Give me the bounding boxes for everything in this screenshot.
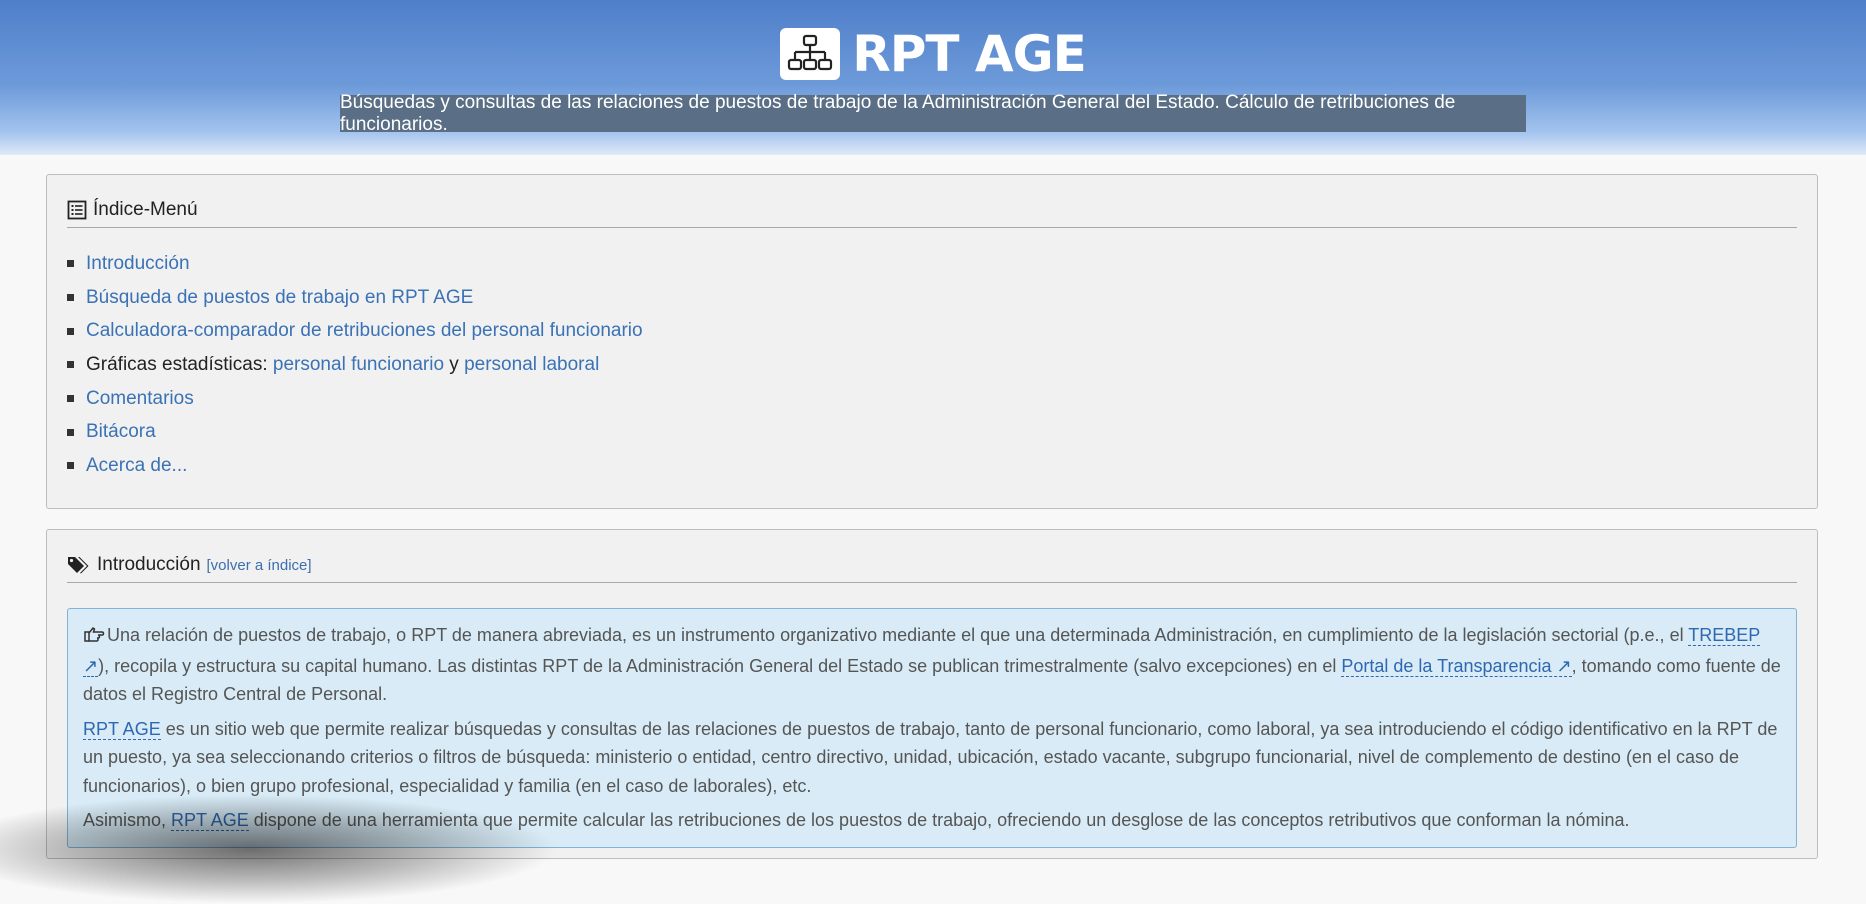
menu-item-comentarios: Comentarios bbox=[67, 382, 643, 416]
bullet bbox=[67, 294, 74, 301]
menu-link-calculadora[interactable]: Calculadora-comparador de retribuciones … bbox=[86, 320, 643, 342]
intro-info-box: Una relación de puestos de trabajo, o RP… bbox=[67, 608, 1797, 848]
menu-link-introduccion[interactable]: Introducción bbox=[86, 253, 190, 275]
index-menu-header: Índice-Menú bbox=[67, 193, 1797, 228]
site-title[interactable]: RPT AGE bbox=[852, 26, 1086, 82]
site-header: RPT AGE Búsquedas y consultas de las rel… bbox=[0, 0, 1866, 155]
rpt-age-link-2[interactable]: RPT AGE bbox=[171, 810, 249, 831]
menu-link-personal-funcionario[interactable]: personal funcionario bbox=[273, 354, 444, 376]
menu-item-graficas: Gráficas estadísticas: personal funciona… bbox=[67, 348, 643, 382]
bullet bbox=[67, 361, 74, 368]
index-menu-list: Introducción Búsqueda de puestos de trab… bbox=[67, 247, 643, 483]
portal-transparencia-link[interactable]: Portal de la Transparencia ↗ bbox=[1341, 656, 1571, 677]
intro-panel: Introducción [volver a índice] Una relac… bbox=[46, 529, 1818, 859]
bullet bbox=[67, 395, 74, 402]
tags-icon bbox=[67, 555, 91, 575]
index-menu-title: Índice-Menú bbox=[93, 199, 198, 221]
intro-p1-text-b: ), recopila y estructura su capital huma… bbox=[98, 656, 1341, 676]
intro-header: Introducción [volver a índice] bbox=[67, 548, 1797, 583]
hand-pointing-icon bbox=[83, 623, 105, 652]
index-menu-panel: Índice-Menú Introducción Búsqueda de pue… bbox=[46, 174, 1818, 509]
intro-paragraph-2: RPT AGE es un sitio web que permite real… bbox=[83, 715, 1781, 801]
menu-item-calculadora: Calculadora-comparador de retribuciones … bbox=[67, 314, 643, 348]
intro-p1-text-a: Una relación de puestos de trabajo, o RP… bbox=[107, 625, 1688, 645]
site-subtitle: Búsquedas y consultas de las relaciones … bbox=[340, 95, 1526, 132]
intro-paragraph-3: Asimismo, RPT AGE dispone de una herrami… bbox=[83, 806, 1781, 835]
back-to-index-link[interactable]: [volver a índice] bbox=[207, 557, 312, 574]
intro-p3-text-a: Asimismo, bbox=[83, 810, 171, 830]
intro-p2-text: es un sitio web que permite realizar bús… bbox=[83, 719, 1777, 796]
intro-p3-text-b: dispone de una herramienta que permite c… bbox=[249, 810, 1630, 830]
bullet bbox=[67, 429, 74, 436]
intro-title: Introducción bbox=[97, 554, 201, 576]
menu-link-bitacora[interactable]: Bitácora bbox=[86, 421, 156, 443]
menu-link-acerca-de[interactable]: Acerca de... bbox=[86, 455, 187, 477]
graficas-joiner: y bbox=[444, 354, 464, 376]
menu-item-acerca-de: Acerca de... bbox=[67, 449, 643, 483]
intro-paragraph-1: Una relación de puestos de trabajo, o RP… bbox=[83, 621, 1781, 709]
bullet bbox=[67, 328, 74, 335]
bullet bbox=[67, 260, 74, 267]
graficas-prefix: Gráficas estadísticas: bbox=[86, 354, 273, 376]
title-row: RPT AGE bbox=[0, 26, 1866, 82]
org-chart-icon[interactable] bbox=[780, 28, 840, 80]
menu-item-bitacora: Bitácora bbox=[67, 415, 643, 449]
menu-link-busqueda[interactable]: Búsqueda de puestos de trabajo en RPT AG… bbox=[86, 287, 473, 309]
menu-link-comentarios[interactable]: Comentarios bbox=[86, 388, 194, 410]
list-icon bbox=[67, 200, 87, 220]
menu-link-personal-laboral[interactable]: personal laboral bbox=[464, 354, 599, 376]
rpt-age-link-1[interactable]: RPT AGE bbox=[83, 719, 161, 740]
bullet bbox=[67, 462, 74, 469]
menu-item-busqueda: Búsqueda de puestos de trabajo en RPT AG… bbox=[67, 281, 643, 315]
menu-item-introduccion: Introducción bbox=[67, 247, 643, 281]
